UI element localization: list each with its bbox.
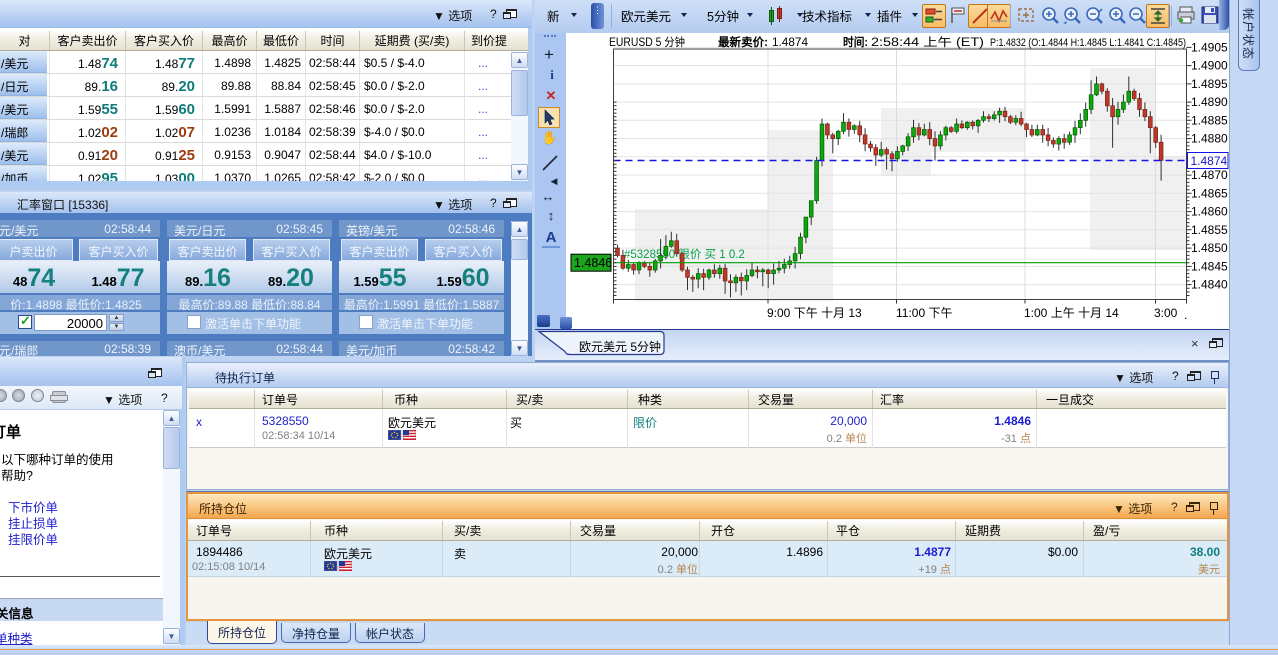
svg-text:1.4880: 1.4880	[1191, 132, 1228, 146]
svg-text:1.4846: 1.4846	[574, 256, 612, 270]
svg-text:9:00 下午 十月 13: 9:00 下午 十月 13	[767, 306, 862, 320]
svg-text:1.4905: 1.4905	[1191, 40, 1228, 54]
svg-text:1.4885: 1.4885	[1191, 113, 1228, 127]
svg-text:1.4855: 1.4855	[1191, 223, 1228, 237]
svg-text:1.4870: 1.4870	[1191, 168, 1228, 182]
svg-text:EURUSD 5 分钟: EURUSD 5 分钟	[609, 35, 685, 49]
svg-text:3:00: 3:00	[1154, 306, 1178, 320]
svg-text:.: .	[1184, 308, 1187, 322]
svg-text:#5328550 限价 买 1 0.2: #5328550 限价 买 1 0.2	[624, 248, 745, 261]
svg-text:1.4850: 1.4850	[1191, 241, 1228, 255]
svg-text:1.4840: 1.4840	[1191, 278, 1228, 292]
svg-text:1:00 上午 十月 14: 1:00 上午 十月 14	[1024, 306, 1119, 320]
svg-text:1.4890: 1.4890	[1191, 95, 1228, 109]
svg-text:1.4860: 1.4860	[1191, 205, 1228, 219]
svg-text:1.4874: 1.4874	[1191, 154, 1228, 168]
svg-text:时间:: 时间:	[843, 35, 868, 49]
svg-text:11:00 下午: 11:00 下午	[896, 306, 952, 320]
svg-text:P:1.4832 (O:1.4844 H:1.4845 L:: P:1.4832 (O:1.4844 H:1.4845 L:1.4841 C:1…	[990, 37, 1186, 49]
svg-text:1.4865: 1.4865	[1191, 186, 1228, 200]
svg-text:最新卖价:: 最新卖价:	[718, 35, 768, 49]
svg-text:1.4845: 1.4845	[1191, 259, 1228, 273]
svg-text:1.4900: 1.4900	[1191, 59, 1228, 73]
svg-text:1.4874: 1.4874	[772, 37, 809, 49]
svg-text:1.4895: 1.4895	[1191, 77, 1228, 91]
svg-text:2:58:44 上午 (ET): 2:58:44 上午 (ET)	[871, 36, 984, 49]
